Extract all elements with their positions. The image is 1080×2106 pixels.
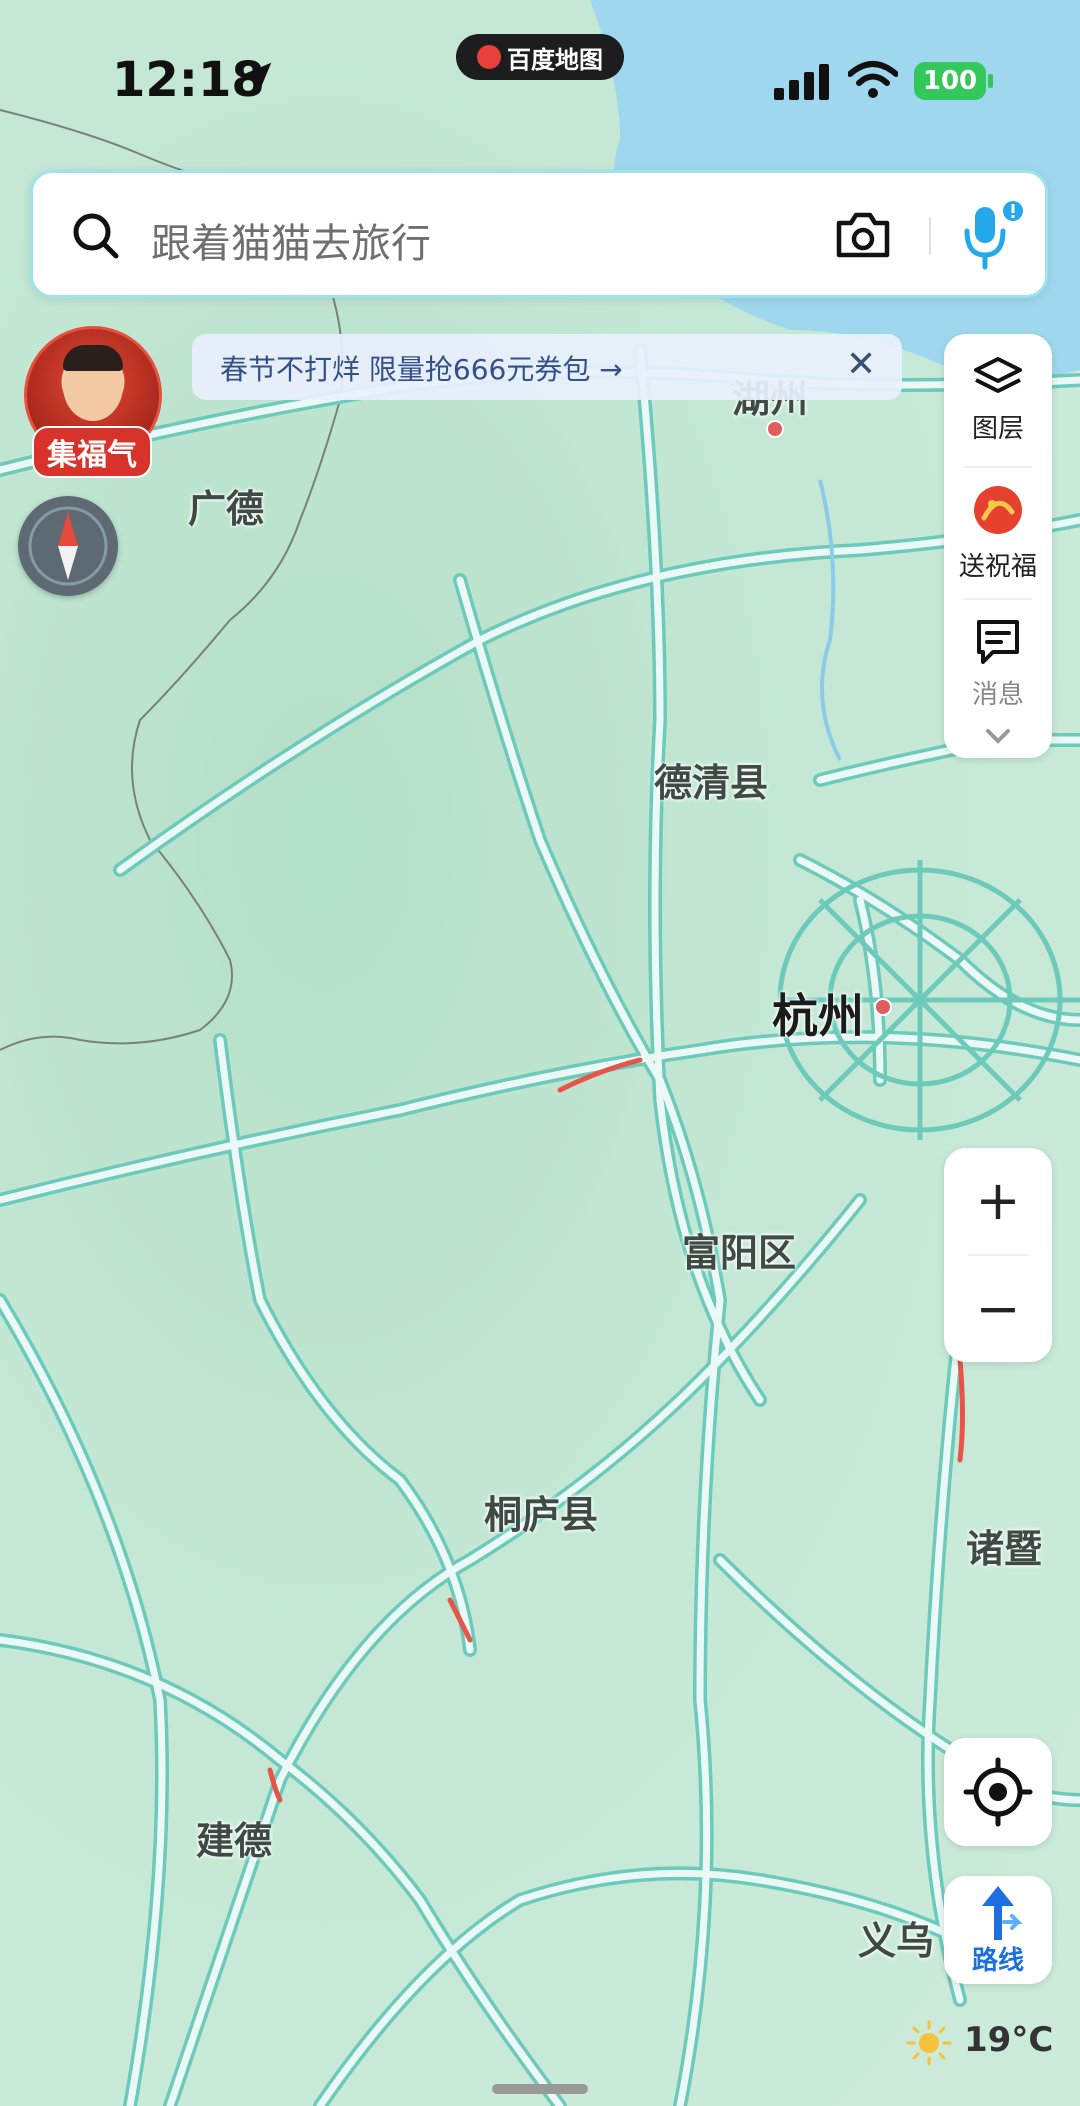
zoom-in-button[interactable]: + (944, 1148, 1052, 1254)
baidu-pin-icon (477, 45, 501, 69)
avatar-hair (63, 345, 123, 371)
search-divider (929, 217, 931, 255)
layers-button[interactable]: 图层 (944, 356, 1052, 445)
avatar-badge[interactable]: 集福气 (32, 426, 152, 478)
compass-button[interactable] (18, 496, 118, 596)
home-indicator[interactable] (492, 2084, 588, 2094)
compass-icon (28, 506, 108, 586)
layers-icon (974, 357, 1022, 393)
layers-label: 图层 (971, 414, 1024, 444)
place-label-yiwu[interactable]: 义乌 (858, 1910, 934, 1965)
chevron-down-icon[interactable] (984, 726, 1012, 746)
map-layer (0, 0, 1080, 2106)
messages-button[interactable]: 消息 (944, 618, 1052, 711)
battery-indicator: 100 (914, 62, 986, 100)
route-label: 路线 (971, 1946, 1024, 1976)
route-button[interactable]: 路线 (944, 1876, 1052, 1984)
wifi-icon (848, 61, 898, 98)
place-label-deqing[interactable]: 德清县 (654, 752, 768, 807)
panel-divider (964, 466, 1032, 468)
messages-label: 消息 (971, 680, 1024, 710)
place-label-guangde[interactable]: 广德 (188, 478, 264, 533)
promo-banner[interactable]: 春节不打烊 限量抢666元券包 → ✕ (192, 334, 902, 400)
locate-me-button[interactable] (944, 1738, 1052, 1846)
app-badge[interactable]: 百度地图 (456, 34, 624, 80)
greeting-icon (974, 486, 1022, 534)
place-label-fuyang[interactable]: 富阳区 (682, 1222, 796, 1277)
greeting-label: 送祝福 (958, 552, 1037, 582)
cell-signal-icon (774, 64, 829, 100)
sun-icon (906, 2020, 952, 2066)
greeting-button[interactable]: 送祝福 (944, 482, 1052, 583)
camera-icon[interactable] (833, 209, 893, 261)
crosshair-icon (963, 1757, 1033, 1827)
weather-temperature[interactable]: 19°C (964, 2020, 1053, 2060)
message-icon (977, 620, 1019, 664)
route-arrow-icon (982, 1886, 1023, 1940)
app-badge-label: 百度地图 (507, 45, 603, 74)
voice-mic-icon[interactable] (957, 199, 1029, 275)
hangzhou-marker (874, 998, 892, 1016)
map-tools-panel: 图层 送祝福 消息 (944, 334, 1052, 758)
location-arrow-icon (242, 62, 272, 92)
zoom-out-button[interactable]: − (944, 1256, 1052, 1362)
search-input[interactable]: 跟着猫猫去旅行 (151, 211, 431, 269)
place-label-jiande[interactable]: 建德 (196, 1810, 272, 1865)
place-label-tonglu[interactable]: 桐庐县 (484, 1484, 598, 1539)
search-bar[interactable]: 跟着猫猫去旅行 (30, 170, 1048, 298)
panel-divider (964, 598, 1032, 600)
banner-text[interactable]: 春节不打烊 限量抢666元券包 → (220, 348, 623, 388)
map-canvas[interactable]: 湖州 广德 德清县 杭州 富阳区 桐庐县 诸暨 建德 义乌 (0, 0, 1080, 2106)
zoom-controls: + − (944, 1148, 1052, 1362)
banner-close-button[interactable]: ✕ (846, 344, 876, 385)
place-label-zhuji[interactable]: 诸暨 (966, 1518, 1042, 1573)
battery-tip (988, 74, 993, 88)
search-icon (73, 213, 119, 259)
huzhou-marker (766, 420, 784, 438)
place-label-hangzhou[interactable]: 杭州 (772, 980, 864, 1046)
